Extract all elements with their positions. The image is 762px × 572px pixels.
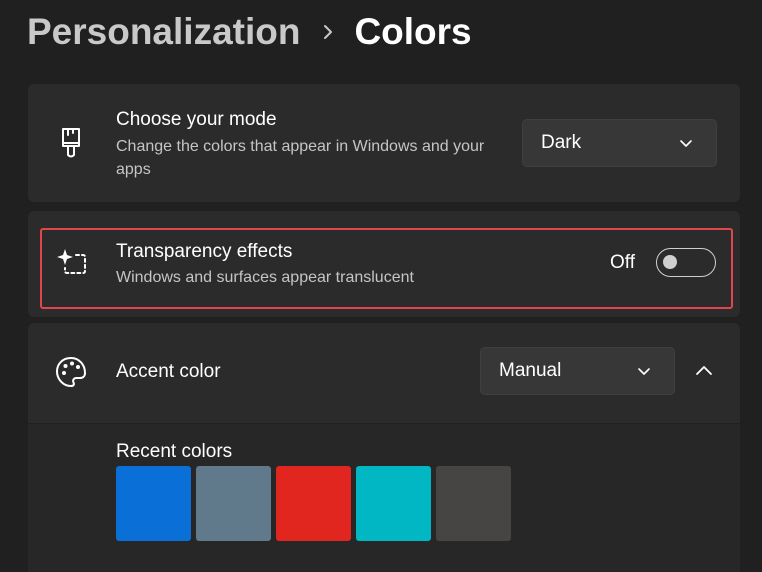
mode-title: Choose your mode bbox=[116, 109, 277, 130]
color-swatch[interactable] bbox=[276, 466, 351, 541]
highlight-outline bbox=[40, 228, 733, 309]
color-swatch[interactable] bbox=[196, 466, 271, 541]
color-swatch[interactable] bbox=[436, 466, 511, 541]
settings-page: Personalization Colors Choose your mode … bbox=[0, 0, 762, 572]
chevron-right-icon bbox=[308, 8, 348, 56]
accent-title: Accent color bbox=[116, 361, 221, 382]
color-swatch[interactable] bbox=[116, 466, 191, 541]
mode-dropdown-value: Dark bbox=[541, 132, 582, 153]
accent-dropdown[interactable]: Manual bbox=[480, 347, 675, 395]
chevron-down-icon bbox=[678, 135, 694, 151]
recent-colors-label: Recent colors bbox=[116, 441, 233, 462]
accent-dropdown-value: Manual bbox=[499, 360, 562, 381]
paintbrush-icon bbox=[56, 125, 86, 161]
breadcrumb-personalization[interactable]: Personalization bbox=[27, 11, 300, 53]
accent-collapse-button[interactable] bbox=[686, 354, 722, 390]
breadcrumb: Personalization Colors bbox=[27, 8, 472, 56]
chevron-down-icon bbox=[636, 363, 652, 379]
page-title: Colors bbox=[354, 11, 472, 52]
recent-colors-swatches bbox=[116, 466, 511, 541]
chevron-up-icon bbox=[695, 363, 713, 381]
color-swatch[interactable] bbox=[356, 466, 431, 541]
mode-dropdown[interactable]: Dark bbox=[522, 119, 717, 167]
palette-icon bbox=[54, 355, 88, 389]
mode-description: Change the colors that appear in Windows… bbox=[116, 138, 485, 178]
